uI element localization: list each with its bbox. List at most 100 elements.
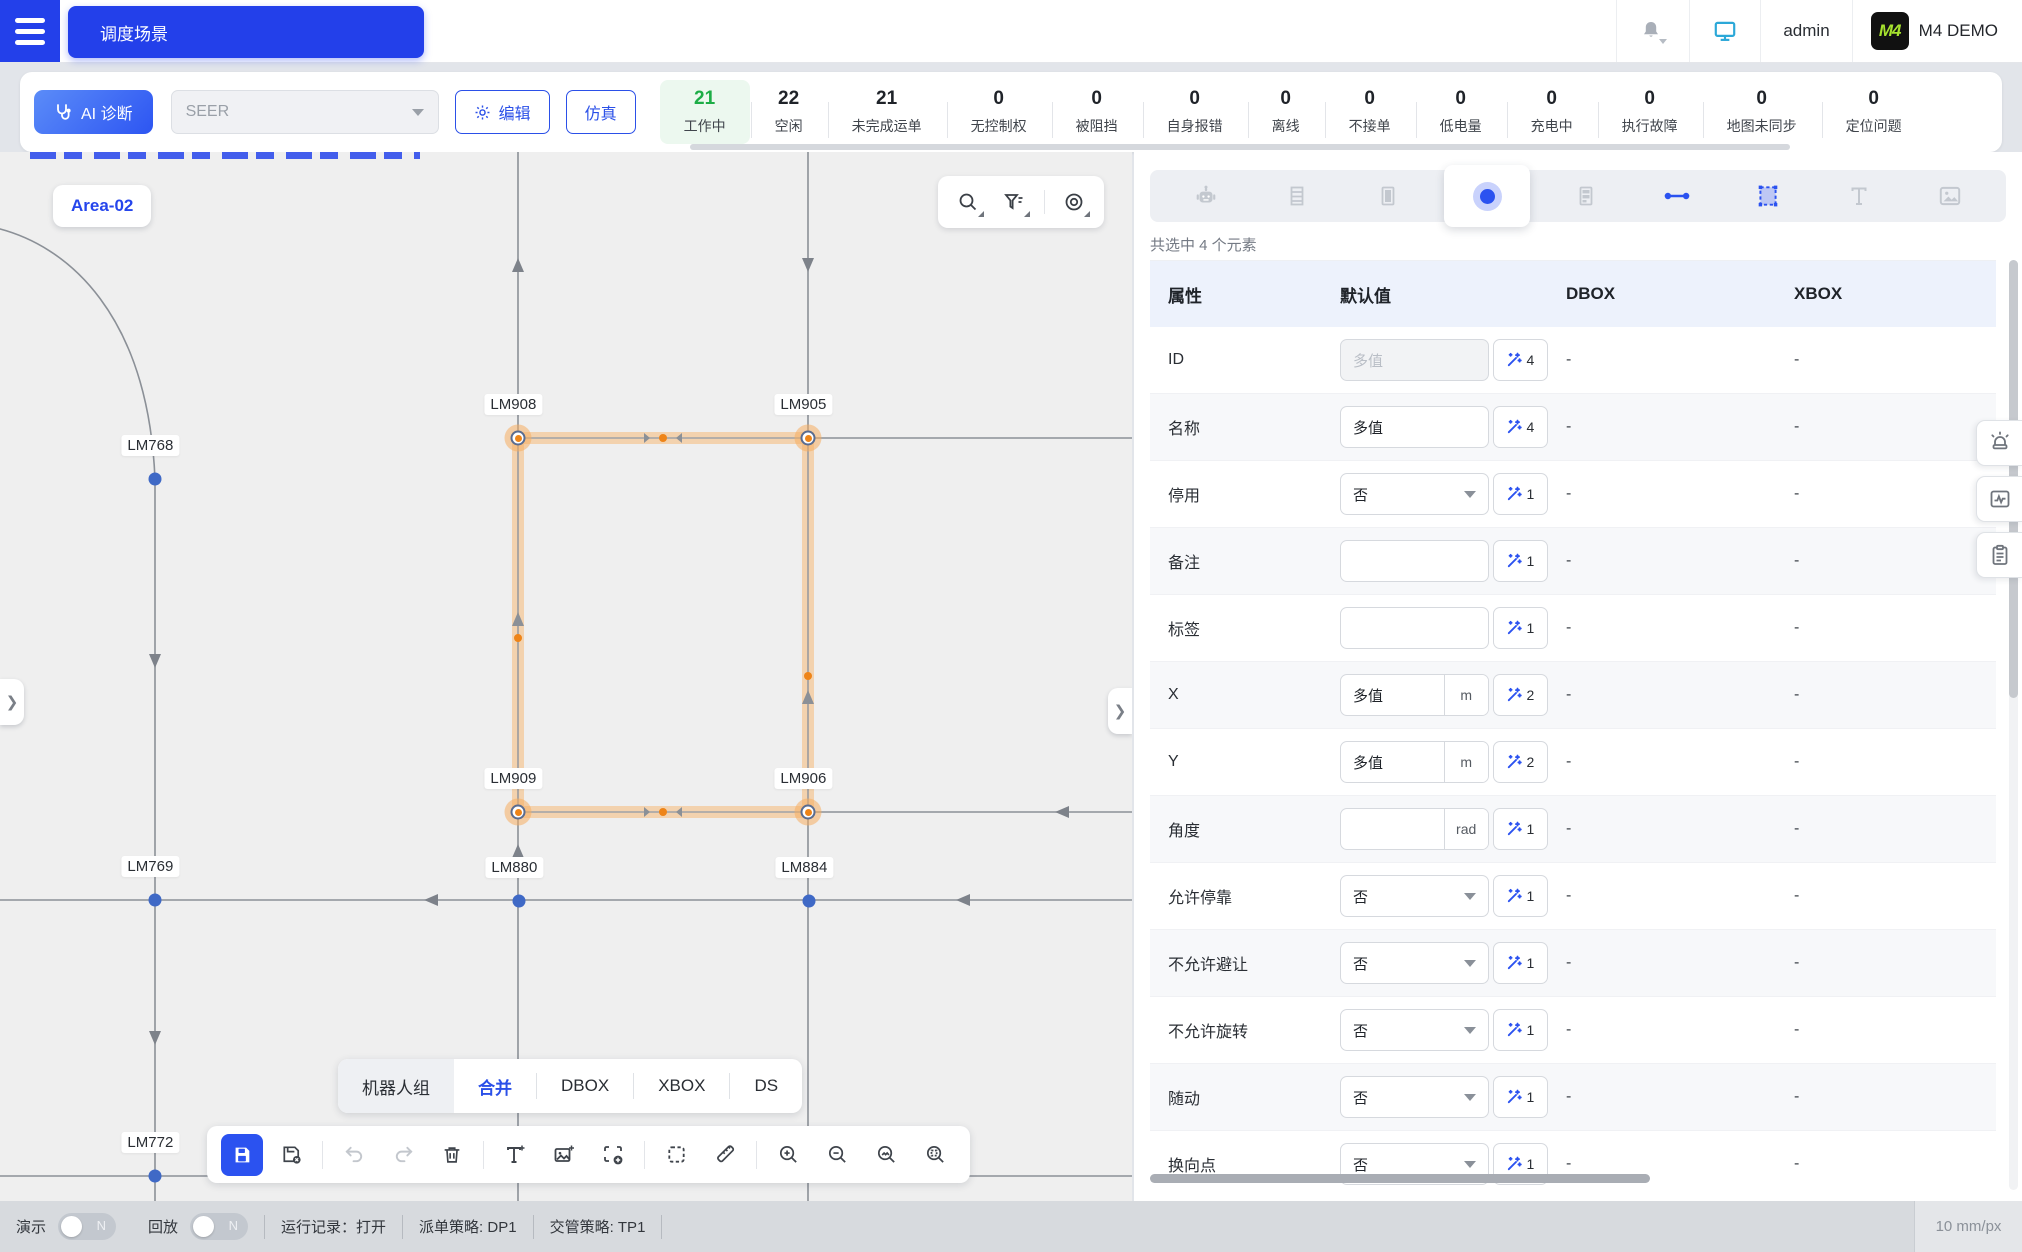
batch-apply-button[interactable]: 1 xyxy=(1492,875,1548,917)
status-counter[interactable]: 0 无控制权 xyxy=(946,80,1051,144)
map-node[interactable] xyxy=(148,893,162,907)
simulation-button[interactable]: 仿真 xyxy=(565,90,636,134)
save-remove-button[interactable] xyxy=(270,1134,312,1176)
beacon-alarm-button[interactable] xyxy=(1976,420,2022,466)
tool-door[interactable] xyxy=(1353,174,1423,218)
map-node[interactable] xyxy=(510,430,526,446)
user-menu[interactable]: admin xyxy=(1761,0,1851,62)
tool-rack[interactable] xyxy=(1262,174,1332,218)
batch-apply-button[interactable]: 1 xyxy=(1492,1076,1548,1118)
map-node[interactable] xyxy=(510,804,526,820)
tool-region-select[interactable] xyxy=(1733,174,1803,218)
tool-robot[interactable] xyxy=(1171,174,1241,218)
tool-point[interactable] xyxy=(1444,165,1530,227)
status-counter[interactable]: 0 地图未同步 xyxy=(1702,80,1821,144)
batch-apply-button[interactable]: 1 xyxy=(1492,473,1548,515)
status-counter[interactable]: 0 定位问题 xyxy=(1821,80,1926,144)
zoom-to-selection-button[interactable] xyxy=(914,1134,956,1176)
value-field[interactable]: 否 xyxy=(1340,1009,1489,1051)
tool-text[interactable] xyxy=(1824,174,1894,218)
zoom-to-image-button[interactable] xyxy=(865,1134,907,1176)
value-field[interactable]: 多值 m xyxy=(1340,674,1489,716)
element-type-tab[interactable]: DS xyxy=(730,1059,802,1113)
ai-diagnose-button[interactable]: AI 诊断 xyxy=(34,90,153,134)
left-panel-expand-handle[interactable]: ❯ xyxy=(0,679,24,725)
add-frame-button[interactable] xyxy=(592,1134,634,1176)
map-node[interactable] xyxy=(800,804,816,820)
zoom-in-button[interactable] xyxy=(767,1134,809,1176)
undo-button[interactable] xyxy=(333,1134,375,1176)
value-field[interactable]: 多值 xyxy=(1340,406,1489,448)
status-counter[interactable]: 21 未完成运单 xyxy=(827,80,946,144)
map-node[interactable] xyxy=(800,430,816,446)
map-node[interactable] xyxy=(512,894,526,908)
tool-path-line[interactable] xyxy=(1642,174,1712,218)
value-field[interactable] xyxy=(1340,607,1489,649)
value-field[interactable] xyxy=(1340,540,1489,582)
batch-apply-button[interactable]: 1 xyxy=(1492,808,1548,850)
waveform-monitor-button[interactable] xyxy=(1976,476,2022,522)
map-node[interactable] xyxy=(148,472,162,486)
element-type-tab[interactable]: DBOX xyxy=(537,1059,633,1113)
redo-button[interactable] xyxy=(382,1134,424,1176)
right-panel-collapse-handle[interactable]: ❯ xyxy=(1108,688,1132,734)
marquee-select-button[interactable] xyxy=(655,1134,697,1176)
zoom-out-button[interactable] xyxy=(816,1134,858,1176)
edit-button[interactable]: 编辑 xyxy=(454,90,550,134)
batch-apply-button[interactable]: 2 xyxy=(1492,741,1548,783)
status-counter[interactable]: 0 离线 xyxy=(1247,80,1324,144)
status-counter[interactable]: 0 被阻挡 xyxy=(1051,80,1142,144)
value-field[interactable]: 否 xyxy=(1340,942,1489,984)
map-canvas[interactable]: Area-02 LM908 LM905 LM909 LM906 LM768 LM… xyxy=(0,152,1132,1201)
status-counter[interactable]: 22 空闲 xyxy=(750,80,827,144)
notifications-button[interactable] xyxy=(1617,0,1689,62)
element-type-tab[interactable]: XBOX xyxy=(634,1059,729,1113)
scene-tab[interactable]: 调度场景 xyxy=(68,6,424,58)
tool-shelf[interactable] xyxy=(1551,174,1621,218)
batch-apply-button[interactable]: 1 xyxy=(1492,942,1548,984)
batch-apply-button[interactable]: 1 xyxy=(1492,540,1548,582)
replay-toggle[interactable]: N xyxy=(190,1213,249,1240)
toolbar-scrollbar[interactable] xyxy=(690,144,1790,150)
status-counter[interactable]: 0 执行故障 xyxy=(1597,80,1702,144)
map-node[interactable] xyxy=(802,894,816,908)
status-counter[interactable]: 0 自身报错 xyxy=(1142,80,1247,144)
map-filter-button[interactable] xyxy=(997,185,1031,219)
batch-apply-button[interactable]: 4 xyxy=(1492,339,1548,381)
batch-apply-button[interactable]: 1 xyxy=(1492,607,1548,649)
area-label[interactable]: Area-02 xyxy=(53,185,152,227)
map-visibility-button[interactable] xyxy=(1057,185,1091,219)
value-field[interactable]: 多值 m xyxy=(1340,741,1489,783)
element-type-tab[interactable]: 合并 xyxy=(454,1059,536,1113)
status-counter[interactable]: 0 低电量 xyxy=(1415,80,1506,144)
batch-apply-button[interactable]: 1 xyxy=(1492,1009,1548,1051)
hamburger-menu-button[interactable] xyxy=(0,0,60,62)
table-vertical-scrollbar[interactable] xyxy=(2009,260,2018,1190)
clipboard-button[interactable] xyxy=(1976,532,2022,578)
demo-toggle[interactable]: N xyxy=(58,1213,117,1240)
status-counter[interactable]: 0 充电中 xyxy=(1506,80,1597,144)
ruler-button[interactable] xyxy=(704,1134,746,1176)
batch-apply-button[interactable]: 2 xyxy=(1492,674,1548,716)
value-field[interactable]: 否 xyxy=(1340,473,1489,515)
tool-image[interactable] xyxy=(1915,174,1985,218)
element-type-tab[interactable]: 机器人组 xyxy=(338,1059,454,1113)
dispatch-policy-status[interactable]: 派单策略: DP1 xyxy=(403,1216,533,1237)
value-field[interactable]: 否 xyxy=(1340,875,1489,917)
map-search-button[interactable] xyxy=(951,185,985,219)
save-button[interactable] xyxy=(221,1133,263,1176)
value-field[interactable]: 多值 xyxy=(1340,339,1489,381)
traffic-policy-status[interactable]: 交管策略: TP1 xyxy=(534,1216,662,1237)
delete-button[interactable] xyxy=(431,1134,473,1176)
map-node[interactable] xyxy=(148,1169,162,1183)
add-text-button[interactable] xyxy=(494,1134,536,1176)
status-counter[interactable]: 21 工作中 xyxy=(659,80,750,144)
value-field[interactable]: rad xyxy=(1340,808,1489,850)
add-image-button[interactable] xyxy=(543,1134,585,1176)
robot-group-select[interactable]: SEER xyxy=(170,90,439,134)
status-counter[interactable]: 0 不接单 xyxy=(1324,80,1415,144)
value-field[interactable]: 否 xyxy=(1340,1076,1489,1118)
monitor-button[interactable] xyxy=(1690,0,1760,62)
run-log-status[interactable]: 运行记录：打开 xyxy=(265,1216,402,1237)
batch-apply-button[interactable]: 4 xyxy=(1492,406,1548,448)
